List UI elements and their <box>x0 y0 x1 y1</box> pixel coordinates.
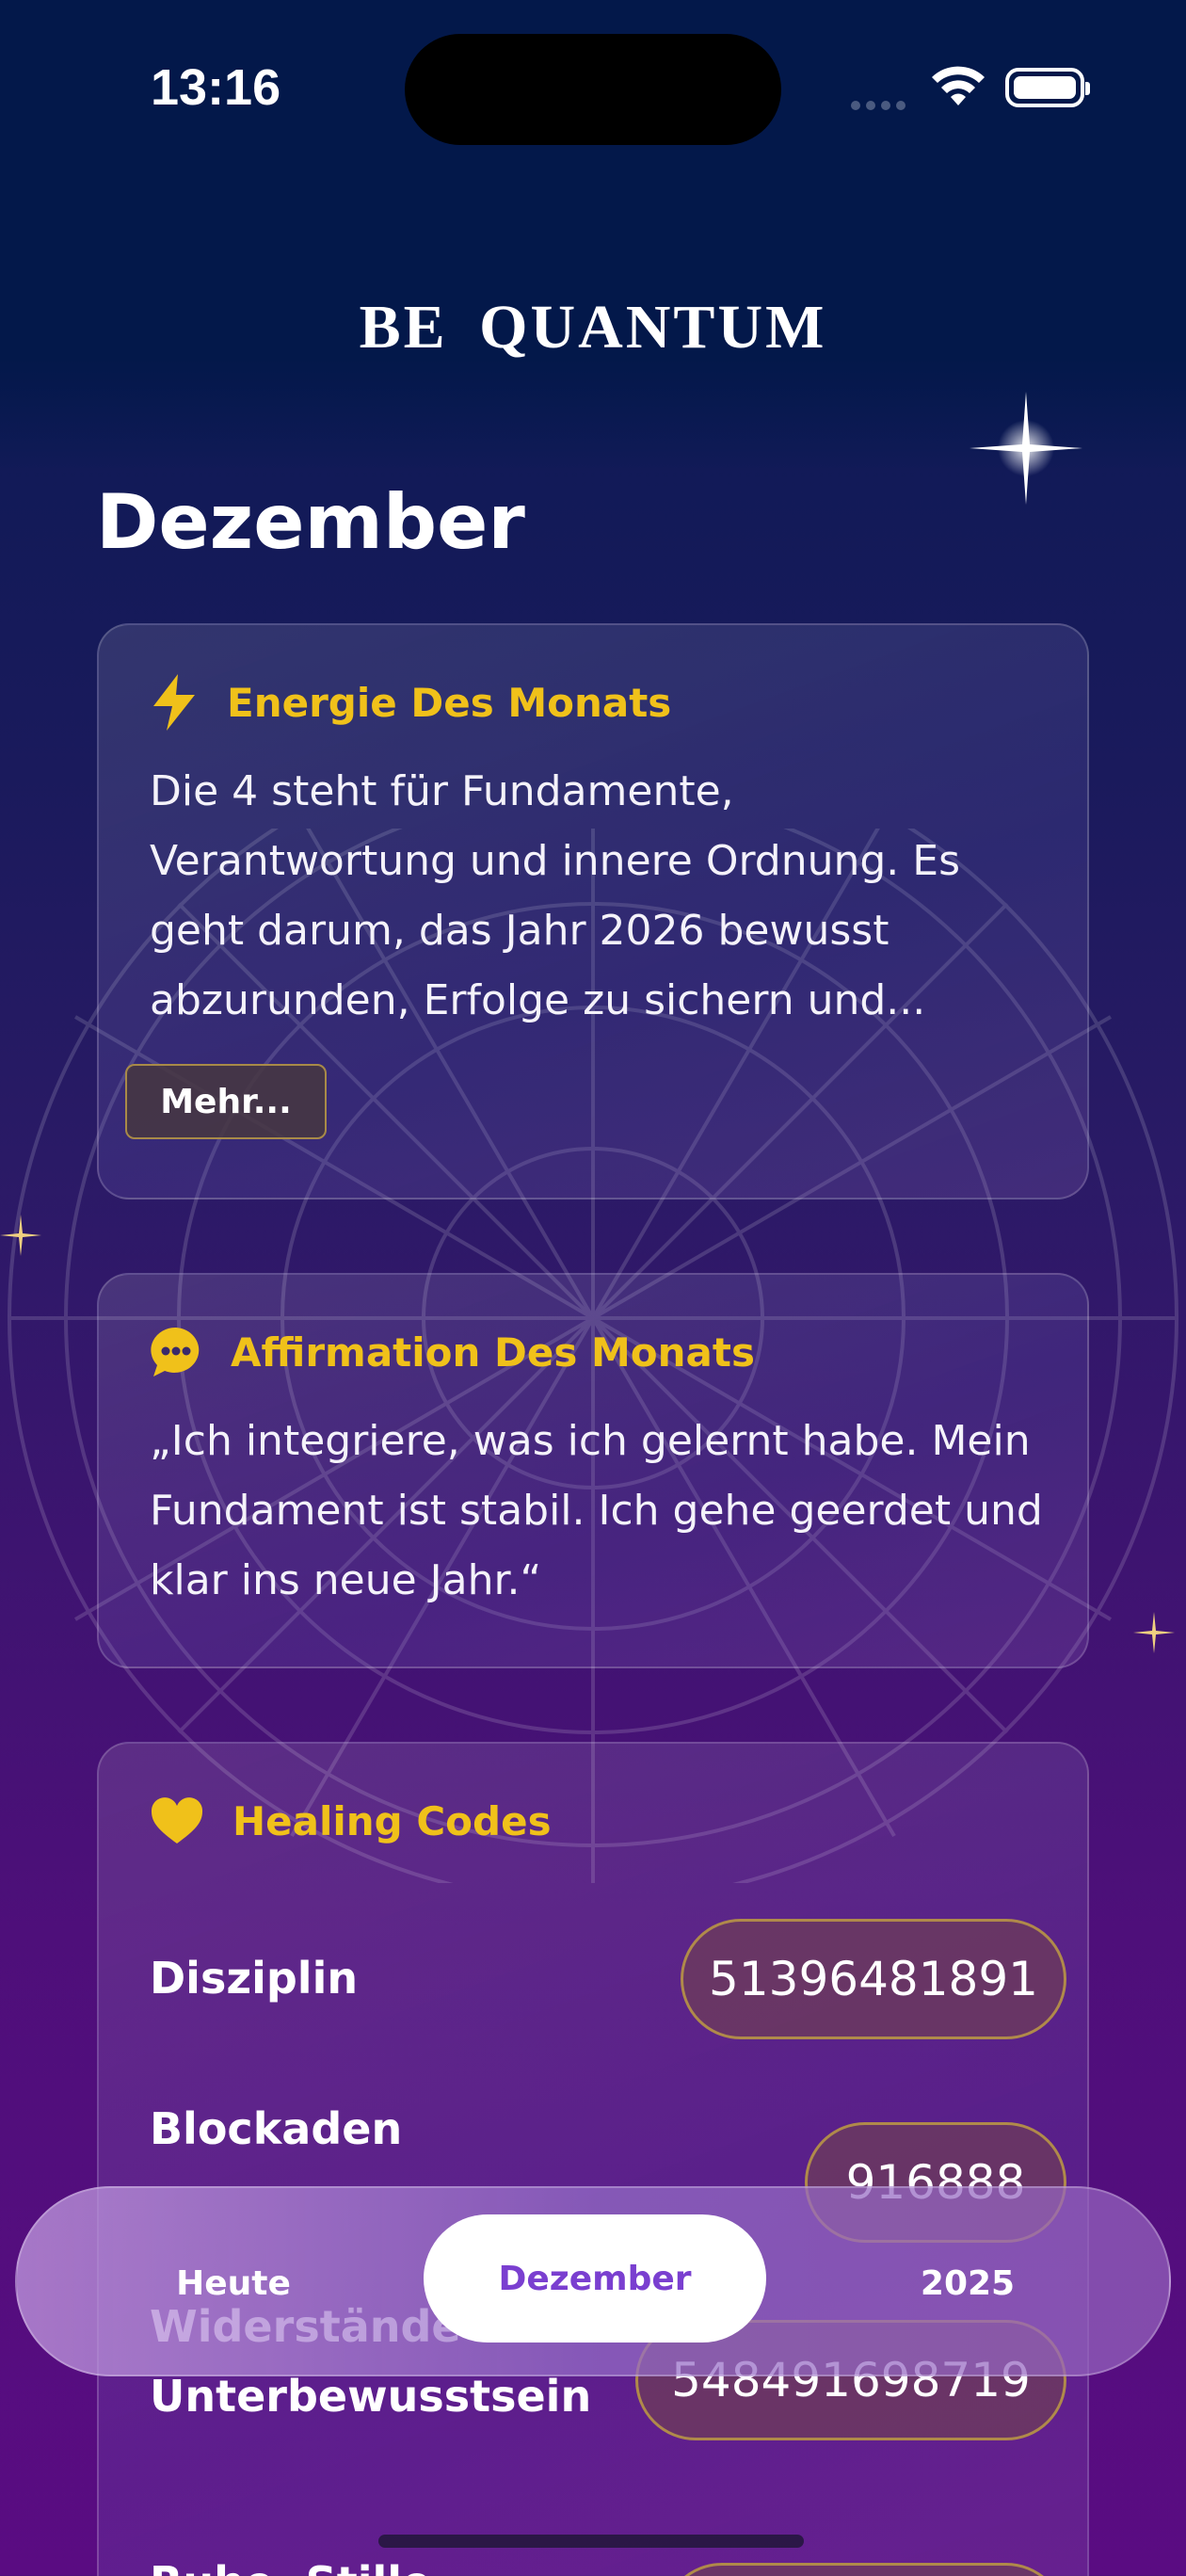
energy-card-title: Energie Des Monats <box>227 679 672 726</box>
affirmation-card-text: „Ich integriere, was ich gelernt habe. M… <box>150 1417 1043 1604</box>
healing-codes-header: Healing Codes <box>150 1793 552 1849</box>
healing-code-label: Disziplin <box>150 1953 359 2004</box>
page-title: Dezember <box>96 478 525 566</box>
lightning-icon <box>153 674 195 731</box>
status-icons <box>847 62 1092 115</box>
chat-bubble-icon <box>151 1327 200 1377</box>
app-brand-logo: BE QUANTUM <box>359 293 827 362</box>
healing-code-row: Disziplin 51396481891 <box>150 1919 1066 2041</box>
tab-2025[interactable]: 2025 <box>808 2188 1128 2378</box>
sparkle-icon <box>0 1215 41 1256</box>
cellular-signal-icon <box>851 96 911 114</box>
tab-dezember[interactable]: Dezember <box>424 2214 766 2343</box>
status-time: 13:16 <box>151 59 281 116</box>
healing-code-value[interactable] <box>662 2563 1066 2576</box>
energy-card: Energie Des Monats Die 4 steht für Funda… <box>97 623 1089 1199</box>
tab-heute[interactable]: Heute <box>73 2188 393 2378</box>
energy-card-header: Energie Des Monats <box>150 674 671 731</box>
wifi-icon <box>932 66 985 105</box>
healing-codes-title: Healing Codes <box>232 1797 552 1844</box>
sparkle-icon <box>1133 1612 1175 1653</box>
home-indicator[interactable] <box>378 2535 804 2548</box>
battery-icon <box>1005 68 1090 107</box>
healing-code-label: Blockaden <box>150 2103 403 2154</box>
energy-card-text: Die 4 steht für Fundamente, Verantwortun… <box>150 767 960 1024</box>
dynamic-island <box>405 34 781 145</box>
healing-code-label: Ruhe, Stille <box>150 2548 431 2576</box>
healing-code-value[interactable]: 51396481891 <box>681 1919 1066 2039</box>
sparkle-icon <box>970 392 1082 505</box>
healing-code-row: Ruhe, Stille <box>150 2546 1066 2576</box>
heart-icon <box>151 1797 203 1843</box>
more-button[interactable]: Mehr... <box>125 1064 327 1139</box>
affirmation-card-header: Affirmation Des Monats <box>150 1324 755 1380</box>
bottom-tab-bar: Heute Dezember 2025 <box>15 2186 1171 2376</box>
affirmation-card: Affirmation Des Monats „Ich integriere, … <box>97 1273 1089 1668</box>
affirmation-card-title: Affirmation Des Monats <box>231 1328 755 1376</box>
healing-codes-card: Healing Codes Disziplin 51396481891 Bloc… <box>97 1742 1089 2576</box>
